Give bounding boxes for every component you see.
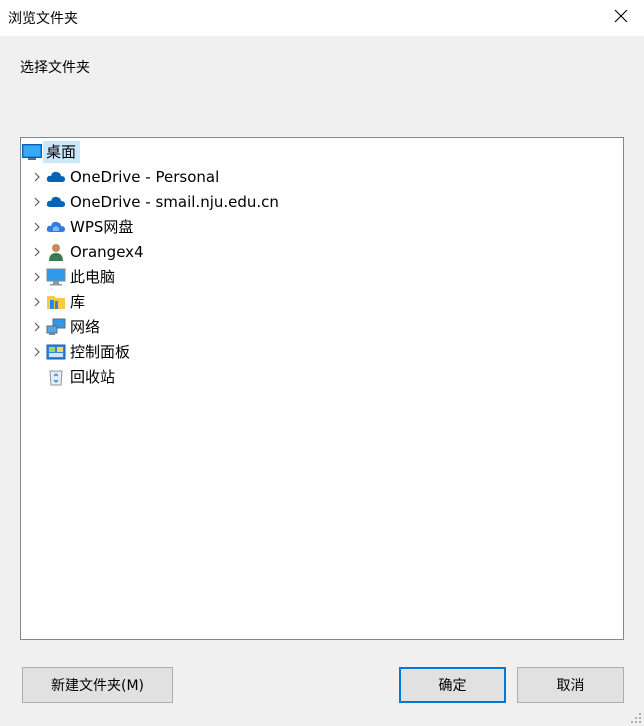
tree-item-user[interactable]: Orangex4 (21, 241, 148, 263)
ok-button[interactable]: 确定 (399, 667, 506, 703)
close-icon (614, 9, 628, 23)
tree-item-library[interactable]: 库 (21, 291, 89, 313)
tree-item-this-pc[interactable]: 此电脑 (21, 266, 119, 288)
tree-item-label: 库 (70, 293, 86, 311)
title-bar: 浏览文件夹 (0, 0, 644, 36)
desktop-icon (21, 141, 43, 163)
tree-item-label: Orangex4 (70, 243, 144, 261)
control-panel-icon (45, 341, 67, 363)
dialog-prompt: 选择文件夹 (20, 60, 90, 76)
tree-item-label: WPS网盘 (70, 218, 134, 236)
onedrive-personal-icon (45, 166, 67, 188)
chevron-right-icon[interactable] (29, 241, 45, 263)
tree-item-label: 桌面 (43, 141, 81, 163)
computer-icon (45, 266, 67, 288)
chevron-right-icon[interactable] (29, 191, 45, 213)
chevron-right-icon[interactable] (29, 291, 45, 313)
tree-item-label: 此电脑 (70, 268, 116, 286)
onedrive-business-icon (45, 191, 67, 213)
tree-item-control-panel[interactable]: 控制面板 (21, 341, 134, 363)
tree-item-label: 回收站 (70, 368, 116, 386)
recycle-bin-icon (45, 366, 67, 388)
tree-item-label: 网络 (70, 318, 101, 336)
user-icon (45, 241, 67, 263)
tree-item-label: 控制面板 (70, 343, 131, 361)
tree-item-onedrive-business[interactable]: OneDrive - smail.nju.edu.cn (21, 191, 283, 213)
library-icon (45, 291, 67, 313)
close-button[interactable] (598, 0, 644, 32)
new-folder-button[interactable]: 新建文件夹(M) (22, 667, 173, 703)
tree-item-label: OneDrive - Personal (70, 168, 220, 186)
chevron-right-icon[interactable] (29, 266, 45, 288)
tree-item-label: OneDrive - smail.nju.edu.cn (70, 193, 279, 211)
tree-item-onedrive-personal[interactable]: OneDrive - Personal (21, 166, 223, 188)
chevron-right-icon[interactable] (29, 166, 45, 188)
tree-item-recycle-bin[interactable]: 回收站 (21, 366, 119, 388)
chevron-right-icon[interactable] (29, 341, 45, 363)
tree-item-network[interactable]: 网络 (21, 316, 104, 338)
window-title: 浏览文件夹 (8, 11, 78, 27)
chevron-right-icon[interactable] (29, 216, 45, 238)
resize-grip-icon[interactable] (630, 712, 642, 724)
tree-item-wps-cloud[interactable]: WPS网盘 (21, 216, 137, 238)
folder-tree[interactable]: 桌面 OneDrive - Personal OneDrive - smail.… (20, 137, 624, 640)
network-icon (45, 316, 67, 338)
wps-cloud-icon (45, 216, 67, 238)
tree-item-desktop[interactable]: 桌面 (21, 141, 81, 163)
cancel-button[interactable]: 取消 (517, 667, 624, 703)
chevron-right-icon[interactable] (29, 316, 45, 338)
